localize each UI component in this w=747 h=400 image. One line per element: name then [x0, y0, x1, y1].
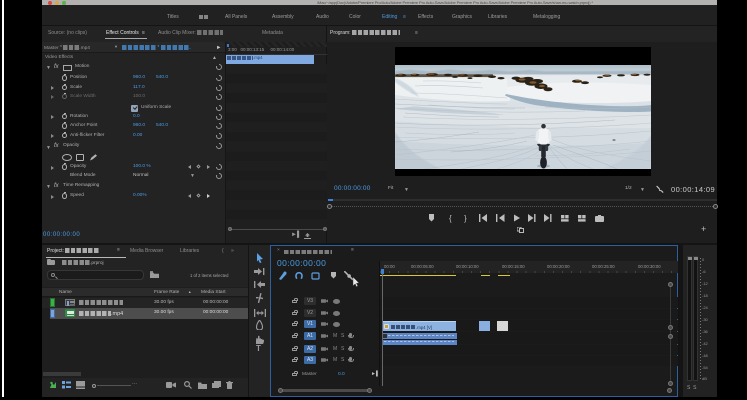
- svg-text:{: {: [449, 214, 452, 223]
- svg-text:}: }: [464, 214, 467, 223]
